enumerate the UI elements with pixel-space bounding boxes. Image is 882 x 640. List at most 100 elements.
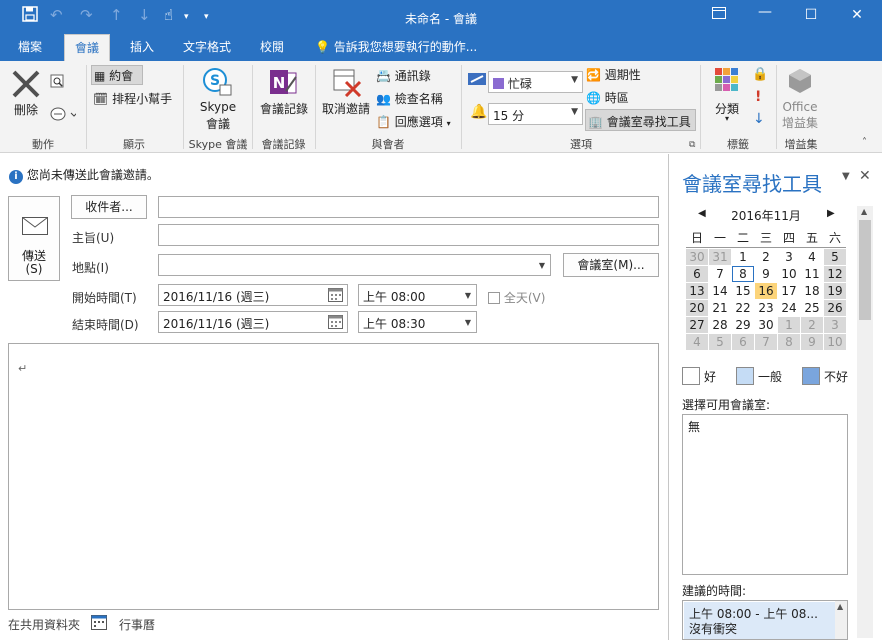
calendar-day[interactable]: 1 — [778, 317, 800, 333]
tab-meeting[interactable]: 會議 — [64, 34, 111, 62]
calendar-day[interactable]: 7 — [709, 266, 731, 282]
calendar-day[interactable]: 26 — [824, 300, 846, 316]
calendar-day[interactable]: 4 — [801, 249, 823, 265]
room-finder-button[interactable]: 🏢 會議室尋找工具 — [585, 109, 696, 131]
close-icon[interactable]: ✕ — [847, 7, 867, 23]
calendar-day[interactable]: 10 — [824, 334, 846, 350]
office-addins-button[interactable]: Office — [778, 100, 822, 114]
start-time-select[interactable]: 上午 08:00 ▼ — [358, 284, 477, 306]
calendar-day[interactable]: 4 — [686, 334, 708, 350]
minimize-icon[interactable]: — — [755, 4, 775, 20]
location-field[interactable]: ▼ — [158, 254, 551, 276]
forward-icon[interactable] — [50, 106, 78, 125]
delete-icon[interactable] — [11, 69, 41, 102]
rooms-list[interactable]: 無 — [682, 414, 848, 575]
start-date-field[interactable]: 2016/11/16 (週三) — [158, 284, 348, 306]
to-button[interactable]: 收件者... — [71, 195, 147, 219]
address-book-button[interactable]: 📇 通訊錄 — [376, 67, 431, 84]
zoom-icon[interactable] — [50, 73, 66, 92]
calendar-day[interactable]: 5 — [709, 334, 731, 350]
scroll-up-icon[interactable]: ▲ — [837, 602, 843, 611]
send-button[interactable]: 傳送 (S) — [8, 196, 60, 281]
suggested-times-list[interactable]: 上午 08:00 - 上午 08... 沒有衝突 ▲ — [682, 600, 848, 640]
office-addins-icon[interactable] — [786, 67, 814, 98]
low-importance-icon[interactable]: ↓ — [753, 111, 765, 127]
suggested-time-item[interactable]: 上午 08:00 - 上午 08... 沒有衝突 — [684, 602, 835, 639]
to-field[interactable] — [158, 196, 659, 218]
calendar-day[interactable]: 8 — [732, 266, 754, 282]
calendar-day[interactable]: 9 — [755, 266, 777, 282]
pane-menu-icon[interactable]: ▼ — [842, 171, 850, 182]
calendar-picker-icon[interactable] — [328, 288, 343, 305]
response-options-button[interactable]: 📋 回應選項 ▾ — [376, 113, 451, 130]
delete-button[interactable]: 刪除 — [8, 101, 44, 118]
scheduling-assistant-button[interactable]: 🗓 排程小幫手 — [93, 90, 172, 107]
end-time-select[interactable]: 上午 08:30 ▼ — [358, 311, 477, 333]
tab-review[interactable]: 校閱 — [250, 34, 294, 61]
subject-field[interactable] — [158, 224, 659, 246]
calendar-day[interactable]: 2 — [801, 317, 823, 333]
calendar-day[interactable]: 31 — [709, 249, 731, 265]
maximize-icon[interactable]: ☐ — [801, 7, 821, 23]
calendar-folder-link[interactable]: 行事曆 — [119, 616, 155, 633]
calendar-day[interactable]: 12 — [824, 266, 846, 282]
pane-scrollbar[interactable]: ▲ — [857, 206, 873, 638]
calendar-day[interactable]: 11 — [801, 266, 823, 282]
suggested-scrollbar[interactable]: ▲ — [835, 601, 847, 639]
calendar-day[interactable]: 8 — [778, 334, 800, 350]
calendar-day[interactable]: 2 — [755, 249, 777, 265]
options-launcher-icon[interactable]: ⧉ — [689, 140, 695, 150]
end-date-field[interactable]: 2016/11/16 (週三) — [158, 311, 348, 333]
chevron-down-icon[interactable]: ▼ — [539, 261, 545, 270]
tab-file[interactable]: 檔案 — [8, 34, 52, 61]
calendar-day[interactable]: 28 — [709, 317, 731, 333]
calendar-day[interactable]: 24 — [778, 300, 800, 316]
calendar-day[interactable]: 29 — [732, 317, 754, 333]
ribbon-display-icon[interactable] — [709, 7, 729, 23]
tab-format-text[interactable]: 文字格式 — [173, 34, 241, 61]
calendar-day[interactable]: 30 — [686, 249, 708, 265]
calendar-day[interactable]: 20 — [686, 300, 708, 316]
show-as-select[interactable]: 忙碌 ▼ — [488, 71, 583, 93]
scroll-up-icon[interactable]: ▲ — [861, 207, 867, 216]
onenote-icon[interactable]: N — [268, 67, 298, 100]
calendar-day[interactable]: 23 — [755, 300, 777, 316]
tab-insert[interactable]: 插入 — [120, 34, 164, 61]
calendar-day[interactable]: 5 — [824, 249, 846, 265]
scrollbar-thumb[interactable] — [859, 220, 871, 320]
calendar-day[interactable]: 15 — [732, 283, 754, 299]
calendar-day[interactable]: 17 — [778, 283, 800, 299]
reminder-select[interactable]: 15 分 ▼ — [488, 103, 583, 125]
skype-icon[interactable]: S — [202, 67, 232, 100]
calendar-day[interactable]: 27 — [686, 317, 708, 333]
check-names-button[interactable]: 👥 檢查名稱 — [376, 90, 443, 107]
all-day-checkbox[interactable]: 全天(V) — [488, 289, 545, 306]
calendar-day[interactable]: 6 — [732, 334, 754, 350]
calendar-day[interactable]: 19 — [824, 283, 846, 299]
lock-icon[interactable]: 🔒 — [752, 67, 768, 82]
calendar-day[interactable]: 18 — [801, 283, 823, 299]
calendar-day[interactable]: 6 — [686, 266, 708, 282]
close-pane-icon[interactable]: ✕ — [859, 168, 871, 184]
skype-meeting-button[interactable]: Skype — [186, 100, 250, 114]
rooms-button[interactable]: 會議室(M)... — [563, 253, 659, 277]
recurrence-button[interactable]: 🔁 週期性 — [586, 66, 641, 83]
cancel-invitation-button[interactable]: 取消邀請 — [318, 100, 374, 117]
calendar-day[interactable]: 13 — [686, 283, 708, 299]
categorize-icon[interactable] — [714, 67, 740, 96]
calendar-day[interactable]: 21 — [709, 300, 731, 316]
calendar-day[interactable]: 3 — [824, 317, 846, 333]
calendar-day[interactable]: 7 — [755, 334, 777, 350]
meeting-notes-button[interactable]: 會議記錄 — [254, 100, 314, 117]
calendar-day[interactable]: 1 — [732, 249, 754, 265]
calendar-day[interactable]: 9 — [801, 334, 823, 350]
appointment-button[interactable]: ▦ 約會 — [91, 65, 143, 85]
calendar-day[interactable]: 16 — [755, 283, 777, 299]
high-importance-icon[interactable]: ! — [755, 89, 761, 105]
calendar-day[interactable]: 30 — [755, 317, 777, 333]
message-body[interactable]: ↵ — [8, 343, 659, 610]
calendar-day[interactable]: 10 — [778, 266, 800, 282]
calendar-day[interactable]: 25 — [801, 300, 823, 316]
collapse-ribbon-icon[interactable]: ˄ — [862, 137, 867, 148]
calendar-day[interactable]: 14 — [709, 283, 731, 299]
